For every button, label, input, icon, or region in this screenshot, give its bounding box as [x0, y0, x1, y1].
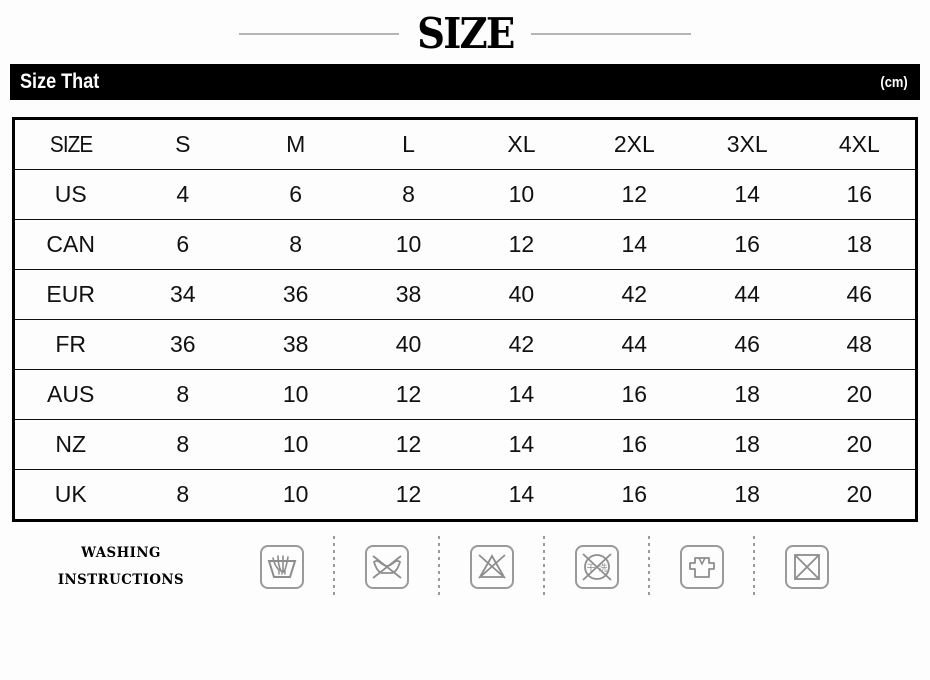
size-banner: Size That (cm) [10, 64, 920, 100]
cell-us-xl: 10 [465, 169, 578, 220]
cell-can-2xl: 14 [577, 219, 691, 270]
cell-nz-xl: 14 [465, 419, 578, 470]
cell-can-4xl: 18 [803, 219, 917, 270]
cell-nz-2xl: 16 [577, 419, 691, 470]
banner-title: Size That [20, 70, 100, 93]
cell-eur-2xl: 42 [577, 269, 691, 320]
washing-instructions-heading: WASHING INSTRUCTIONS [17, 540, 224, 593]
cell-us-2xl: 12 [577, 169, 691, 220]
cell-aus-2xl: 16 [577, 369, 691, 420]
cell-can-s: 6 [126, 219, 240, 270]
cell-eur-m: 36 [239, 269, 353, 320]
cell-uk-m: 10 [282, 481, 309, 507]
cell-fr-4xl: 48 [803, 319, 917, 370]
size-table: SIZE S M L XL 2XL 3XL 4XL US 4 6 8 10 12… [12, 117, 918, 522]
page-title: SIZE [416, 9, 515, 58]
cell-fr-m: 38 [239, 319, 353, 370]
table-row: UK 8 10 12 14 16 18 20 [14, 470, 917, 521]
care-cell-do-not-tumble-dry [755, 544, 858, 590]
cell-can-l: 10 [352, 219, 465, 270]
column-header-xl: XL [465, 118, 578, 170]
cell-uk-xl: 14 [508, 481, 535, 507]
cell-nz-s: 8 [126, 419, 240, 470]
size-chart-page: SIZE Size That (cm) SIZE S M L XL 2XL 3X… [0, 0, 930, 680]
cell-fr-s: 36 [126, 319, 240, 370]
cell-aus-l: 12 [352, 369, 465, 420]
cell-us-s: 4 [126, 169, 240, 220]
cell-eur-s: 34 [126, 269, 240, 320]
size-table-container: SIZE S M L XL 2XL 3XL 4XL US 4 6 8 10 12… [12, 117, 918, 522]
cell-us-m: 6 [239, 169, 353, 220]
cell-uk-4xl: 20 [846, 481, 873, 507]
do-not-bleach-icon [469, 544, 515, 590]
title-rule-left [238, 33, 399, 35]
row-label-aus: AUS [13, 369, 127, 420]
care-cell-do-not-wring [335, 544, 438, 590]
cell-nz-3xl: 18 [690, 419, 804, 470]
cell-nz-4xl: 20 [803, 419, 917, 470]
do-not-dry-clean-icon: 干 洗 [574, 544, 620, 590]
column-header-3xl: 3XL [690, 118, 804, 170]
cell-eur-4xl: 46 [803, 269, 917, 320]
table-row: NZ 8 10 12 14 16 18 20 [13, 419, 917, 470]
cell-fr-2xl: 44 [577, 319, 691, 370]
cell-uk-s: 8 [176, 481, 190, 507]
row-label-fr: FR [13, 319, 127, 370]
care-cell-dry-flat [650, 544, 753, 590]
hand-wash-icon [259, 544, 305, 590]
table-row: FR 36 38 40 42 44 46 48 [13, 319, 917, 370]
column-header-m: M [239, 118, 353, 170]
cell-can-m: 8 [239, 219, 353, 270]
title-rule-right [531, 33, 692, 35]
care-symbol-row: 干 洗 [230, 524, 918, 610]
table-header-row: SIZE S M L XL 2XL 3XL 4XL [14, 118, 917, 170]
row-label-uk: UK [54, 481, 87, 507]
row-label-nz: NZ [13, 419, 127, 470]
cell-eur-l: 38 [352, 269, 465, 320]
care-cell-do-not-bleach [440, 544, 543, 590]
do-not-wring-icon [364, 544, 410, 590]
column-header-s: S [126, 118, 240, 170]
cell-us-4xl: 16 [803, 169, 917, 220]
table-row: US 4 6 8 10 12 14 16 [13, 169, 917, 220]
table-row: CAN 6 8 10 12 14 16 18 [13, 219, 917, 270]
cell-fr-xl: 42 [465, 319, 578, 370]
column-header-l: L [352, 118, 465, 170]
cell-eur-xl: 40 [465, 269, 578, 320]
cell-uk-2xl: 16 [621, 481, 648, 507]
cell-us-3xl: 14 [690, 169, 804, 220]
care-cell-do-not-dry-clean: 干 洗 [545, 544, 648, 590]
cell-can-3xl: 16 [690, 219, 804, 270]
cell-us-l: 8 [352, 169, 465, 220]
row-label-can: CAN [13, 219, 127, 270]
cell-aus-s: 8 [126, 369, 240, 420]
cell-aus-4xl: 20 [803, 369, 917, 420]
page-title-block: SIZE [0, 6, 930, 62]
banner-unit-label: (cm) [880, 73, 908, 91]
cell-fr-3xl: 46 [690, 319, 804, 370]
cell-aus-xl: 14 [465, 369, 578, 420]
cell-uk-3xl: 18 [734, 481, 760, 507]
row-label-eur: EUR [13, 269, 127, 320]
row-label-us: US [13, 169, 127, 220]
column-header-4xl: 4XL [803, 118, 917, 170]
do-not-tumble-dry-icon [784, 544, 830, 590]
table-row: AUS 8 10 12 14 16 18 20 [13, 369, 917, 420]
washing-heading-line-2: INSTRUCTIONS [57, 572, 185, 588]
cell-nz-m: 10 [239, 419, 353, 470]
cell-eur-3xl: 44 [690, 269, 804, 320]
table-row: EUR 34 36 38 40 42 44 46 [13, 269, 917, 320]
table-corner-label: SIZE [19, 118, 121, 170]
dry-flat-icon [679, 544, 725, 590]
care-cell-hand-wash [230, 544, 333, 590]
cell-can-xl: 12 [465, 219, 578, 270]
column-header-2xl: 2XL [577, 118, 691, 170]
washing-heading-line-1: WASHING [81, 545, 161, 562]
cell-aus-3xl: 18 [690, 369, 804, 420]
washing-instructions-block: WASHING INSTRUCTIONS 干 洗 [12, 524, 918, 610]
cell-uk-l: 12 [395, 481, 422, 507]
cell-aus-m: 10 [239, 369, 353, 420]
cell-fr-l: 40 [352, 319, 465, 370]
cell-nz-l: 12 [352, 419, 465, 470]
